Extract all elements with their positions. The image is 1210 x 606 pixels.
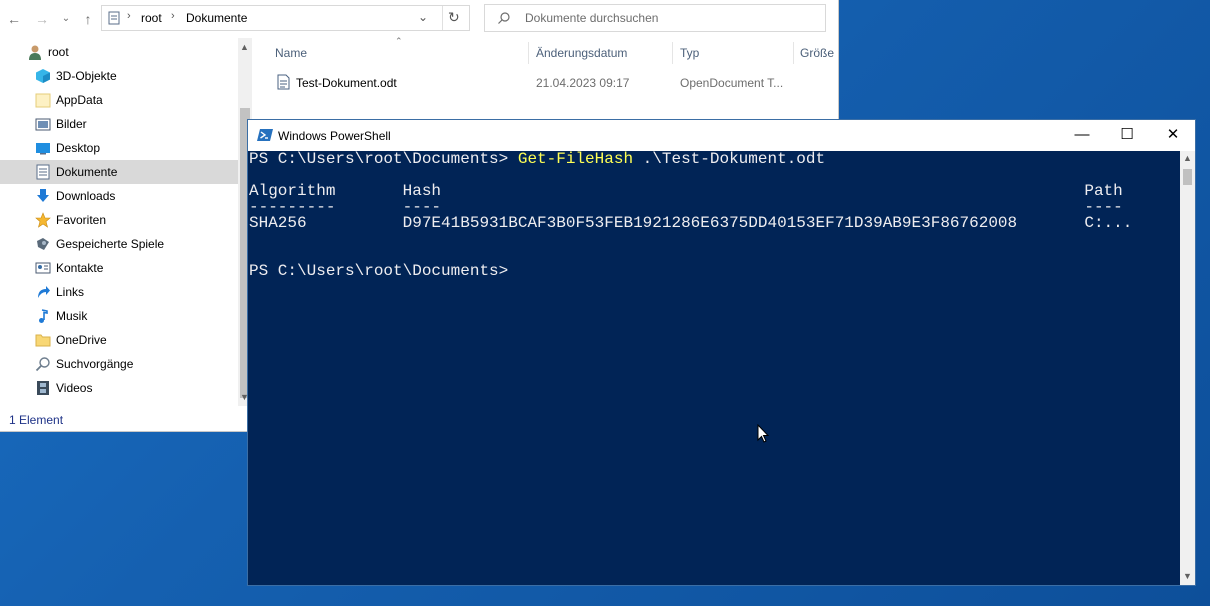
scroll-up-icon[interactable]: ▲	[1183, 153, 1192, 163]
download-arrow-icon	[37, 189, 49, 202]
item-count: 1 Element	[9, 413, 64, 427]
folder-icon	[35, 334, 51, 347]
nav-item-suchvorgaenge[interactable]: Suchvorgänge	[0, 352, 238, 376]
search-box[interactable]: Dokumente durchsuchen	[484, 4, 826, 32]
scroll-up-icon[interactable]: ▲	[240, 42, 249, 52]
breadcrumb-separator-icon: ›	[171, 10, 175, 22]
nav-item-videos[interactable]: Videos	[0, 376, 238, 400]
nav-item-bilder[interactable]: Bilder	[0, 112, 238, 136]
document-file-icon	[277, 74, 290, 90]
link-arrow-icon	[38, 286, 50, 298]
nav-item-3d-objekte[interactable]: 3D-Objekte	[0, 64, 238, 88]
column-header-date[interactable]: Änderungsdatum	[536, 46, 627, 60]
column-divider[interactable]	[793, 42, 794, 64]
sort-ascending-icon: ⌃	[395, 36, 403, 46]
console-scrollbar[interactable]: ▲ ▼	[1180, 151, 1195, 585]
forward-button[interactable]: →	[32, 10, 52, 28]
contacts-icon	[35, 262, 51, 274]
documents-icon	[36, 164, 50, 180]
scroll-down-icon[interactable]: ▼	[1183, 571, 1192, 581]
column-header-size[interactable]: Größe	[800, 46, 834, 60]
nav-item-kontakte[interactable]: Kontakte	[0, 256, 238, 280]
search-placeholder: Dokumente durchsuchen	[525, 11, 659, 25]
powershell-window[interactable]: Windows PowerShell — ☐ ✕ PS C:\Users\roo…	[247, 119, 1196, 586]
console-line-hash-row: SHA256 D97E41B5931BCAF3B0F53FEB1921286E6…	[249, 214, 1133, 232]
nav-item-downloads[interactable]: Downloads	[0, 184, 238, 208]
nav-item-dokumente[interactable]: Dokumente	[0, 160, 238, 184]
saved-games-icon	[37, 238, 49, 250]
nav-item-desktop[interactable]: Desktop	[0, 136, 238, 160]
music-note-icon	[39, 309, 48, 323]
console-output[interactable]: PS C:\Users\root\Documents> Get-FileHash…	[248, 151, 1180, 585]
nav-item-links[interactable]: Links	[0, 280, 238, 304]
breadcrumb-separator-icon: ›	[127, 10, 131, 22]
star-icon	[35, 212, 51, 228]
column-header-type[interactable]: Typ	[680, 46, 699, 60]
breadcrumb-dokumente[interactable]: Dokumente	[186, 11, 247, 25]
pictures-icon	[35, 118, 51, 131]
scroll-thumb[interactable]	[1183, 169, 1192, 185]
close-button[interactable]: ✕	[1150, 120, 1196, 151]
column-divider[interactable]	[672, 42, 673, 64]
desktop-icon	[36, 143, 50, 155]
folder-icon	[35, 93, 51, 108]
nav-item-root[interactable]: root	[0, 40, 238, 64]
console-line-underline: --------- ---- ----	[249, 198, 1123, 216]
address-bar[interactable]: › root › Dokumente ⌄ ↻	[101, 5, 470, 31]
window-title: Windows PowerShell	[278, 129, 391, 143]
user-icon	[29, 45, 41, 60]
desktop: ← → ⌄ ↑ › root › Dokumente ⌄ ↻ Dokumente…	[0, 0, 1210, 606]
refresh-icon[interactable]: ↻	[448, 9, 460, 26]
file-name: Test-Dokument.odt	[296, 76, 397, 90]
nav-item-onedrive[interactable]: OneDrive	[0, 328, 238, 352]
console-line-command: PS C:\Users\root\Documents> Get-FileHash…	[249, 151, 825, 167]
console-line-header: Algorithm Hash Path	[249, 182, 1123, 200]
breadcrumb-root[interactable]: root	[141, 11, 162, 25]
command-name: Get-FileHash	[517, 150, 634, 168]
prompt-text: PS C:\Users\root\Documents>	[249, 150, 518, 168]
column-divider[interactable]	[528, 42, 529, 64]
minimize-button[interactable]: —	[1059, 120, 1105, 151]
column-header-name[interactable]: Name	[275, 46, 307, 60]
nav-item-favoriten[interactable]: Favoriten	[0, 208, 238, 232]
recent-locations-chevron-down-icon[interactable]: ⌄	[56, 10, 76, 28]
mouse-pointer-icon	[757, 424, 770, 443]
nav-item-gespeicherte-spiele[interactable]: Gespeicherte Spiele	[0, 232, 238, 256]
nav-item-musik[interactable]: Musik	[0, 304, 238, 328]
back-button[interactable]: ←	[4, 10, 24, 28]
address-divider	[442, 6, 443, 30]
film-strip-icon	[37, 381, 49, 395]
document-folder-icon	[108, 11, 120, 25]
powershell-icon	[257, 129, 273, 141]
maximize-button[interactable]: ☐	[1104, 120, 1150, 151]
command-argument: .\Test-Dokument.odt	[633, 150, 826, 168]
console-line-prompt: PS C:\Users\root\Documents>	[249, 262, 509, 280]
address-chevron-down-icon[interactable]: ⌄	[418, 10, 428, 24]
file-date: 21.04.2023 09:17	[536, 76, 630, 90]
nav-item-appdata[interactable]: AppData	[0, 88, 238, 112]
search-icon	[498, 12, 510, 24]
up-button[interactable]: ↑	[78, 10, 98, 28]
3d-objects-icon	[36, 69, 50, 83]
search-icon	[35, 357, 50, 372]
powershell-title-bar[interactable]: Windows PowerShell — ☐ ✕	[248, 120, 1195, 151]
file-type: OpenDocument T...	[680, 76, 784, 90]
explorer-toolbar: ← → ⌄ ↑ › root › Dokumente ⌄ ↻ Dokumente…	[0, 0, 838, 38]
navigation-pane: root 3D-Objekte AppData Bilder Desktop D…	[0, 38, 252, 406]
